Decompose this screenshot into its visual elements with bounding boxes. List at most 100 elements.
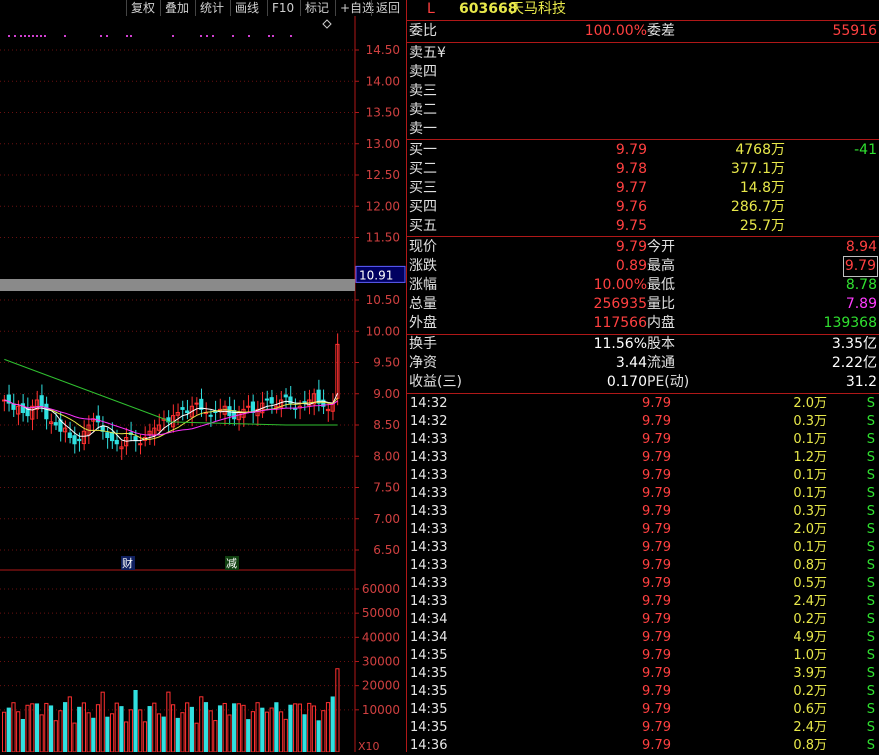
- event-dot: [272, 35, 274, 37]
- volume-axis-label: 50000: [362, 606, 400, 620]
- kline-chart[interactable]: 14.50 14.00 13.50 13.00 12.50 12.00 11.50 10.50…: [0, 16, 406, 752]
- candle-body: [250, 401, 256, 413]
- buy-row: 买一 9.79 4768万 -41: [407, 141, 877, 160]
- tick-direction: S: [866, 594, 875, 609]
- tick-time: 14:32: [410, 414, 448, 429]
- toolbar-button-4[interactable]: F10: [267, 0, 298, 16]
- tick-row: 14:36 9.79 0.8万 S: [407, 737, 877, 755]
- tick-row: 14:33 9.79 0.1万 S: [407, 431, 877, 449]
- volume-bar: [222, 702, 227, 752]
- tick-row: 14:35 9.79 2.4万 S: [407, 719, 877, 737]
- sell-row: 卖四: [407, 63, 877, 82]
- volume-bar: [142, 721, 148, 752]
- fundamental-label: 换手: [409, 336, 437, 352]
- quote-label: 现价: [409, 239, 437, 255]
- volume-bar: [6, 707, 11, 752]
- tick-volume: 0.1万: [793, 468, 827, 483]
- tick-direction: S: [866, 630, 875, 645]
- tick-volume: 1.0万: [793, 648, 827, 663]
- tick-time: 14:33: [410, 486, 448, 501]
- toolbar-button-1[interactable]: 叠加: [160, 0, 193, 16]
- stock-code: 603668: [459, 1, 518, 17]
- order-ratio-label: 委比: [409, 23, 437, 39]
- tick-time: 14:34: [410, 630, 448, 645]
- quote-label-2: 最高: [647, 258, 675, 274]
- volume-bar: [203, 702, 209, 752]
- event-dot: [64, 35, 66, 37]
- fundamental-value: 11.56%: [593, 336, 647, 352]
- fundamental-label-2: 股本: [647, 336, 675, 352]
- volume-bar: [77, 706, 82, 752]
- volume-bar: [20, 718, 25, 752]
- volume-bar: [274, 702, 279, 752]
- volume-bar: [199, 696, 204, 752]
- tick-volume: 0.1万: [793, 540, 827, 555]
- toolbar-button-7[interactable]: 返回: [371, 0, 404, 16]
- tick-volume: 0.6万: [793, 702, 827, 717]
- quote-row: 涨跌 0.89 最高 9.79: [407, 256, 879, 277]
- price-axis-label: 7.00: [373, 512, 400, 526]
- buy-row: 买五 9.75 25.7万: [407, 217, 877, 236]
- event-dot: [126, 35, 128, 37]
- toolbar-button-0[interactable]: 复权: [126, 0, 159, 16]
- tick-price: 9.79: [642, 612, 671, 627]
- tick-row: 14:34 9.79 4.9万 S: [407, 629, 877, 647]
- tick-time: 14:35: [410, 702, 448, 717]
- tick-volume: 0.5万: [793, 576, 827, 591]
- buy-volume: 286.7万: [730, 199, 785, 215]
- volume-bar: [307, 702, 312, 752]
- tick-time: 14:35: [410, 720, 448, 735]
- event-dot: [248, 35, 250, 37]
- volume-axis-label: 20000: [362, 679, 400, 693]
- volume-bar: [269, 707, 274, 752]
- volume-bar: [44, 702, 49, 752]
- tick-volume: 0.1万: [793, 432, 827, 447]
- price-axis-label: 6.50: [373, 543, 400, 557]
- volume-bar: [246, 719, 251, 752]
- tick-direction: S: [866, 396, 875, 411]
- volume-bar: [208, 710, 213, 752]
- toolbar-button-3[interactable]: 画线: [230, 0, 263, 16]
- price-axis-label: 8.50: [373, 418, 400, 432]
- volume-bar: [189, 706, 194, 752]
- tick-price: 9.79: [642, 540, 671, 555]
- volume-bar: [11, 702, 16, 752]
- quote-row: 外盘 117566 内盘 139368: [407, 314, 877, 333]
- volume-bar: [250, 711, 256, 752]
- tick-direction: S: [866, 504, 875, 519]
- buy-row: 买二 9.78 377.1万: [407, 160, 877, 179]
- event-dot: [8, 35, 10, 37]
- buy-label: 买四: [409, 199, 437, 215]
- tick-price: 9.79: [642, 576, 671, 591]
- tick-direction: S: [866, 468, 875, 483]
- tick-volume: 0.8万: [793, 558, 827, 573]
- tick-time: 14:33: [410, 450, 448, 465]
- candle-body: [269, 397, 274, 404]
- fundamental-value: 3.44: [615, 355, 647, 371]
- toolbar-button-5[interactable]: 标记: [300, 0, 333, 16]
- volume-bar: [109, 713, 115, 752]
- quote-label: 涨跌: [409, 258, 437, 274]
- buy-price: 9.78: [615, 161, 647, 177]
- tick-time: 14:33: [410, 468, 448, 483]
- candle-body: [77, 438, 82, 442]
- price-axis-label: 9.00: [373, 387, 400, 401]
- buy-price: 9.76: [615, 199, 647, 215]
- toolbar-button-2[interactable]: 统计: [195, 0, 228, 16]
- event-dot: [44, 35, 46, 37]
- price-axis-label: 9.50: [373, 356, 400, 370]
- tick-direction: S: [866, 450, 875, 465]
- candle-body: [11, 403, 16, 410]
- tick-direction: S: [866, 684, 875, 699]
- tick-row: 14:33 9.79 0.1万 S: [407, 467, 877, 485]
- sell-label: 卖三: [409, 83, 437, 99]
- volume-bar: [335, 668, 340, 752]
- event-dot: [14, 35, 16, 37]
- buy-label: 买五: [409, 218, 437, 234]
- finance-marker: 财: [122, 556, 133, 570]
- price-axis-label: 10.00: [366, 324, 400, 338]
- price-axis-label: 12.50: [366, 168, 400, 182]
- volume-bar: [48, 705, 54, 752]
- buy-row: 买三 9.77 14.8万: [407, 179, 877, 198]
- candle-body: [227, 406, 232, 417]
